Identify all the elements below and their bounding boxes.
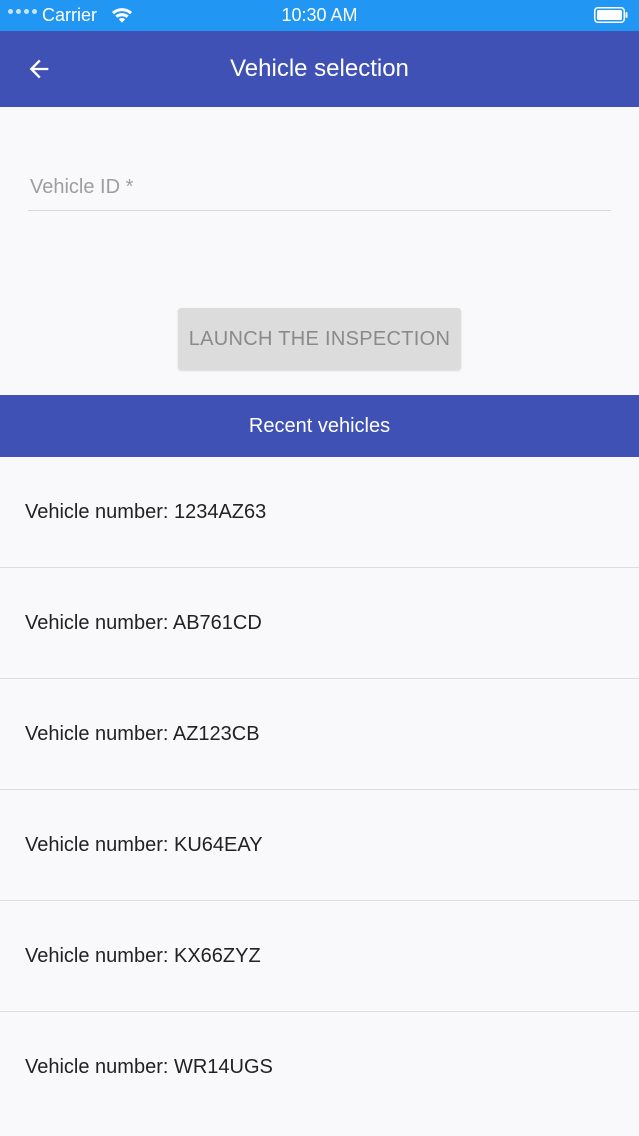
status-time: 10:30 AM: [281, 5, 358, 25]
vehicle-list-item[interactable]: Vehicle number: AB761CD: [0, 568, 639, 679]
vehicle-list-item[interactable]: Vehicle number: 1234AZ63: [0, 457, 639, 568]
vehicle-list-item[interactable]: Vehicle number: AZ123CB: [0, 679, 639, 790]
vehicle-id-field: [28, 165, 611, 211]
status-bar: Carrier 10:30 AM: [0, 0, 639, 31]
vehicle-list-item[interactable]: Vehicle number: KU64EAY: [0, 790, 639, 901]
recent-vehicles-header: Recent vehicles: [0, 395, 639, 457]
vehicle-list-item[interactable]: Vehicle number: WR14UGS: [0, 1012, 639, 1122]
app-bar: Vehicle selection: [0, 31, 639, 107]
battery-icon: [594, 7, 628, 23]
recent-vehicles-list: Vehicle number: 1234AZ63 Vehicle number:…: [0, 457, 639, 1122]
launch-inspection-button[interactable]: LAUNCH THE INSPECTION: [178, 308, 461, 370]
vehicle-id-input[interactable]: [28, 165, 611, 209]
page-title: Vehicle selection: [230, 55, 409, 82]
vehicle-list-item[interactable]: Vehicle number: KX66ZYZ: [0, 901, 639, 1012]
